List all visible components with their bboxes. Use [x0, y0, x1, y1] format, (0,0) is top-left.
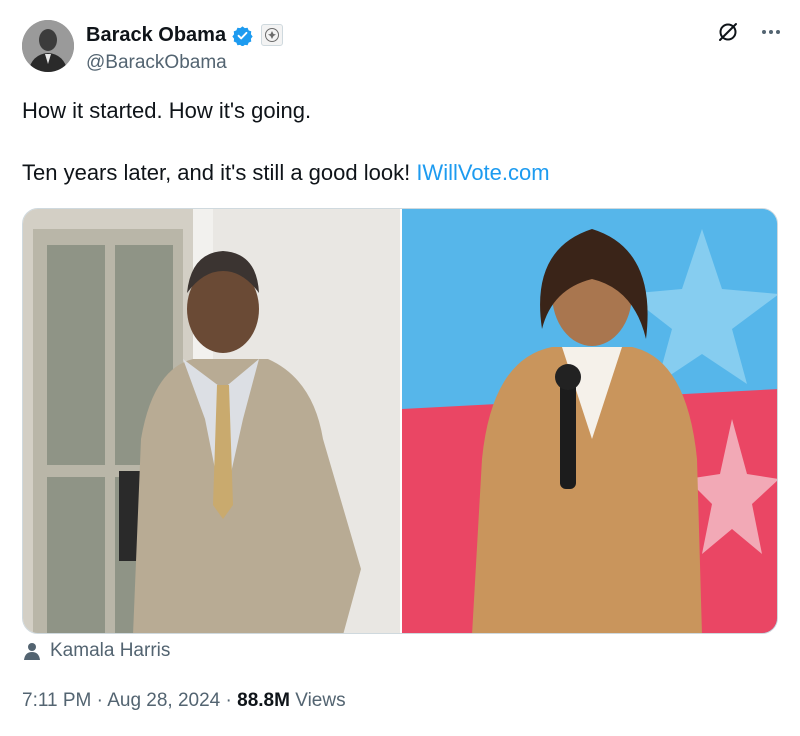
meta-separator: ·: [225, 690, 232, 711]
grok-icon[interactable]: [716, 20, 740, 44]
author-info: Barack Obama @BarackObama: [86, 22, 284, 74]
views-count: 88.8M: [237, 690, 290, 711]
tweet-line-2: Ten years later, and it's still a good l…: [22, 158, 782, 188]
avatar[interactable]: [22, 20, 74, 72]
media-grid: [22, 208, 778, 634]
photo-obama-tan-suit[interactable]: [23, 209, 400, 633]
tweet-line-1: How it started. How it's going.: [22, 98, 312, 123]
author-handle[interactable]: @BarackObama: [86, 52, 283, 74]
more-options-icon[interactable]: [760, 21, 782, 43]
tweet-date[interactable]: Aug 28, 2024: [107, 690, 220, 711]
tagged-user[interactable]: Kamala Harris: [22, 640, 170, 662]
government-seal-icon[interactable]: [261, 24, 284, 46]
tagged-user-name[interactable]: Kamala Harris: [50, 640, 170, 662]
person-icon: [22, 641, 42, 661]
tweet-header: Barack Obama @BarackObama: [22, 20, 782, 76]
tweet-time[interactable]: 7:11 PM: [22, 690, 91, 711]
verified-badge-icon[interactable]: [232, 25, 253, 47]
tweet-text: How it started. How it's going. Ten year…: [22, 96, 782, 188]
iwillvote-link[interactable]: IWillVote.com: [416, 160, 549, 185]
tweet-line-2-text: Ten years later, and it's still a good l…: [22, 160, 417, 185]
photo-harris-tan-suit[interactable]: [402, 209, 777, 633]
views-label: Views: [295, 690, 346, 711]
meta-separator: ·: [96, 690, 103, 711]
tweet-meta: 7:11 PM · Aug 28, 2024 · 88.8M Views: [22, 690, 346, 712]
author-display-name[interactable]: Barack Obama: [86, 24, 226, 47]
